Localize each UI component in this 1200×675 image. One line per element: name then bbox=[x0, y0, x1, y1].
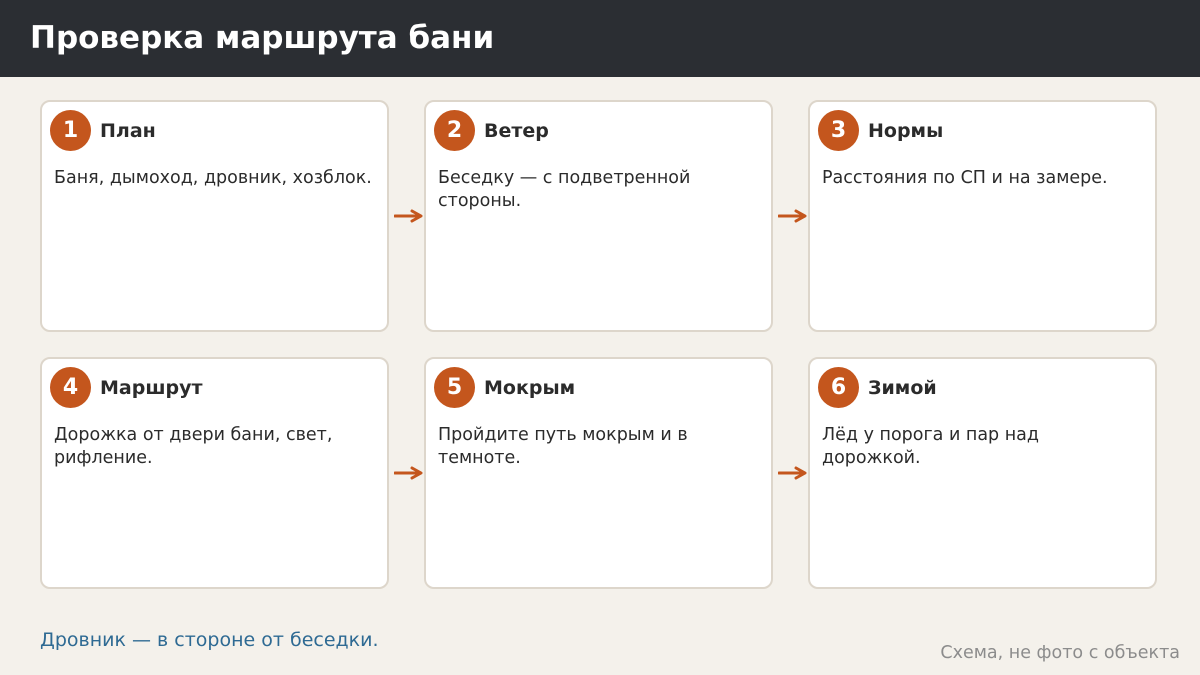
image-caption: Схема, не фото с объекта bbox=[940, 643, 1180, 663]
step-number-badge: 5 bbox=[434, 367, 475, 408]
step-description: Дорожка от двери бани, свет, рифление. bbox=[54, 425, 333, 468]
arrow-right-icon bbox=[778, 466, 807, 480]
step-description: Беседку — с подветренной стороны. bbox=[438, 168, 691, 211]
footnote: Дровник — в стороне от беседки. bbox=[40, 629, 379, 651]
step-description: Лёд у порога и пар над дорожкой. bbox=[822, 425, 1039, 468]
header-bar: Проверка маршрута бани bbox=[0, 0, 1200, 77]
step-title: Мокрым bbox=[484, 377, 576, 399]
step-card-4: 4 Маршрут Дорожка от двери бани, свет, р… bbox=[40, 357, 389, 589]
step-card-3: 3 Нормы Расстояния по СП и на замере. bbox=[808, 100, 1157, 332]
step-title: Маршрут bbox=[100, 377, 203, 399]
arrow-right-icon bbox=[394, 209, 423, 223]
step-title: План bbox=[100, 120, 156, 142]
step-description: Расстояния по СП и на замере. bbox=[822, 168, 1108, 188]
step-number-badge: 1 bbox=[50, 110, 91, 151]
page-title: Проверка маршрута бани bbox=[30, 20, 495, 56]
step-card-5: 5 Мокрым Пройдите путь мокрым и в темнот… bbox=[424, 357, 773, 589]
step-card-2: 2 Ветер Беседку — с подветренной стороны… bbox=[424, 100, 773, 332]
step-card-1: 1 План Баня, дымоход, дровник, хозблок. bbox=[40, 100, 389, 332]
step-number-badge: 2 bbox=[434, 110, 475, 151]
step-number-badge: 6 bbox=[818, 367, 859, 408]
step-card-6: 6 Зимой Лёд у порога и пар над дорожкой. bbox=[808, 357, 1157, 589]
step-number-badge: 4 bbox=[50, 367, 91, 408]
step-description: Баня, дымоход, дровник, хозблок. bbox=[54, 168, 372, 188]
step-title: Зимой bbox=[868, 377, 937, 399]
arrow-right-icon bbox=[394, 466, 423, 480]
step-number-badge: 3 bbox=[818, 110, 859, 151]
step-title: Ветер bbox=[484, 120, 549, 142]
step-title: Нормы bbox=[868, 120, 944, 142]
step-description: Пройдите путь мокрым и в темноте. bbox=[438, 425, 688, 468]
arrow-right-icon bbox=[778, 209, 807, 223]
